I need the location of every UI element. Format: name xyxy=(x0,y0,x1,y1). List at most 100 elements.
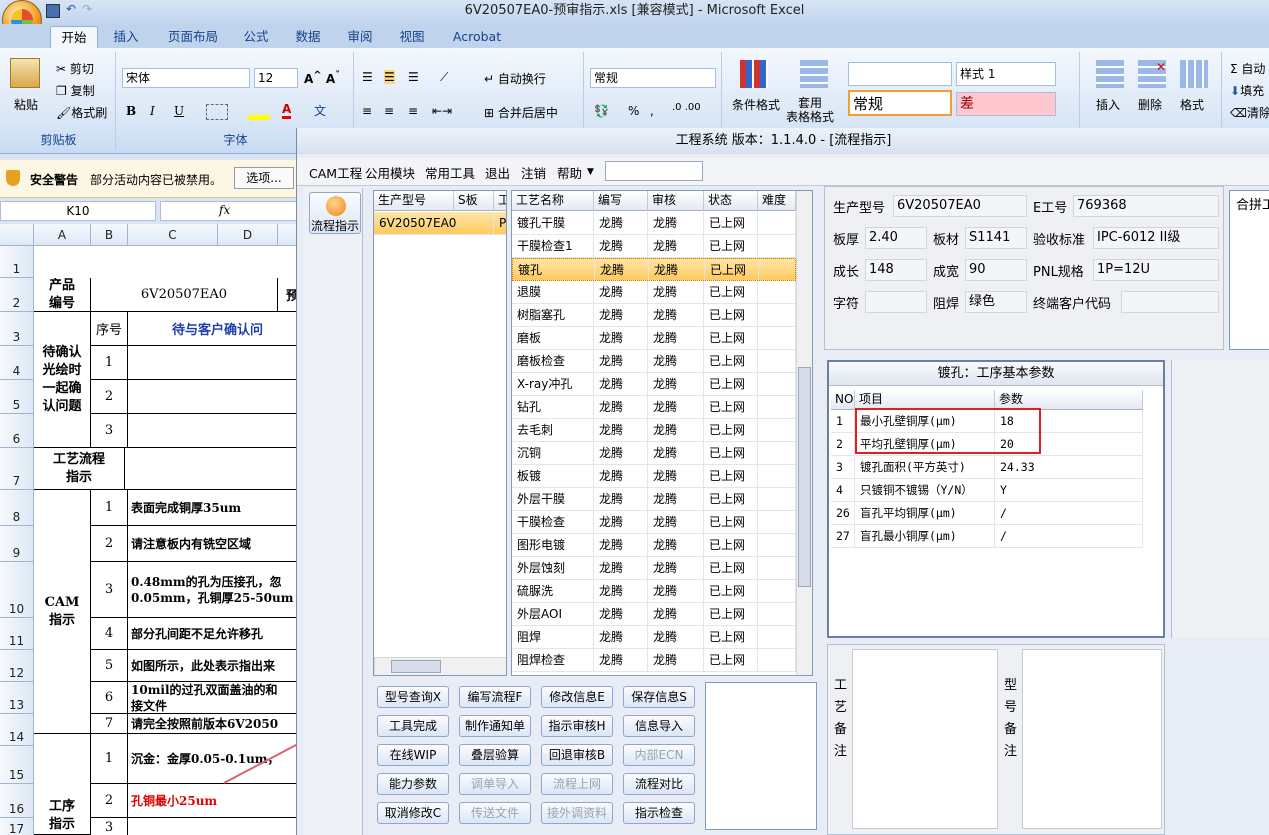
process-row[interactable]: 钻孔 龙腾 龙腾 已上网 xyxy=(512,396,796,419)
process-row[interactable]: 图形电镀 龙腾 龙腾 已上网 xyxy=(512,534,796,557)
process-row[interactable]: 去毛刺 龙腾 龙腾 已上网 xyxy=(512,419,796,442)
process-row[interactable]: 外层干膜 龙腾 龙腾 已上网 xyxy=(512,488,796,511)
process-row[interactable]: 镀孔 龙腾 龙腾 已上网 xyxy=(512,258,797,282)
process-row[interactable]: 外层AOI 龙腾 龙腾 已上网 xyxy=(512,603,796,626)
menu-logout[interactable]: 注销 xyxy=(521,163,546,182)
action-button[interactable]: 取消修改C xyxy=(377,802,449,824)
process-cell: 已上网 xyxy=(704,534,758,557)
param-row[interactable]: 3 镀孔面积(平方英寸) 24.33 xyxy=(831,456,1143,479)
flow-instruction-button[interactable]: 流程指示 xyxy=(309,192,361,234)
thickness-label: 板厚 xyxy=(833,233,860,248)
notes-textbox[interactable] xyxy=(705,682,817,830)
action-button[interactable]: 指示检查 xyxy=(623,802,695,824)
params-no-header[interactable]: NO xyxy=(831,390,855,410)
process-cell: 磨板 xyxy=(512,327,594,350)
process-row[interactable]: 树脂塞孔 龙腾 龙腾 已上网 xyxy=(512,304,796,327)
action-button[interactable]: 制作通知单 xyxy=(459,715,531,737)
process-cell: 龙腾 xyxy=(594,511,648,534)
process-row[interactable]: 外层蚀刻 龙腾 龙腾 已上网 xyxy=(512,557,796,580)
action-button[interactable]: 保存信息S xyxy=(623,686,695,708)
process-cell: 已上网 xyxy=(704,327,758,350)
app-sidebar: 流程指示 xyxy=(303,188,363,835)
action-button[interactable]: 型号查询X xyxy=(377,686,449,708)
action-button[interactable]: 叠层验算 xyxy=(459,744,531,766)
action-button[interactable]: 流程上网 xyxy=(541,773,613,795)
process-cell xyxy=(758,235,796,258)
menu-common-tools[interactable]: 常用工具 xyxy=(425,163,475,182)
process-row[interactable]: 磨板 龙腾 龙腾 已上网 xyxy=(512,327,796,350)
action-button[interactable]: 回退审核B xyxy=(541,744,613,766)
action-button[interactable]: 工具完成 xyxy=(377,715,449,737)
process-row[interactable]: 干膜检查 龙腾 龙腾 已上网 xyxy=(512,511,796,534)
process-row[interactable]: 沉铜 龙腾 龙腾 已上网 xyxy=(512,442,796,465)
process-row[interactable]: 磨板检查 龙腾 龙腾 已上网 xyxy=(512,350,796,373)
process-cell xyxy=(758,281,796,304)
action-button[interactable]: 内部ECN xyxy=(623,744,695,766)
process-row[interactable]: 硫脲洗 龙腾 龙腾 已上网 xyxy=(512,580,796,603)
param-cell: / xyxy=(995,525,1143,548)
process-row[interactable]: 阻焊 龙腾 龙腾 已上网 xyxy=(512,626,796,649)
process-cell xyxy=(758,580,796,603)
reviewer-col-header[interactable]: 审核 xyxy=(648,191,704,211)
process-cell: 龙腾 xyxy=(648,373,704,396)
e-number-label: E工号 xyxy=(1033,201,1068,216)
menu-common-module[interactable]: 公用模块 xyxy=(365,163,415,182)
status-col-header[interactable]: 状态 xyxy=(704,191,758,211)
process-cell xyxy=(758,626,796,649)
extra-col-header[interactable]: 工 xyxy=(494,191,506,211)
process-cell xyxy=(758,304,796,327)
param-row[interactable]: 26 盲孔平均铜厚(μm) / xyxy=(831,502,1143,525)
process-cell: 已上网 xyxy=(704,212,758,235)
menu-exit[interactable]: 退出 xyxy=(485,163,510,182)
process-row[interactable]: 板镀 龙腾 龙腾 已上网 xyxy=(512,465,796,488)
action-button[interactable]: 接外调资料 xyxy=(541,802,613,824)
hscroll-thumb[interactable] xyxy=(391,660,441,673)
vscroll-thumb[interactable] xyxy=(798,367,811,587)
param-cell: Y xyxy=(995,479,1143,502)
model-row[interactable]: 6V20507EA0 P4 xyxy=(374,212,506,235)
process-row[interactable]: 干膜检查1 龙腾 龙腾 已上网 xyxy=(512,235,796,258)
process-remark-textbox[interactable] xyxy=(852,649,998,829)
process-cell: 龙腾 xyxy=(594,304,648,327)
process-cell: 外层AOI xyxy=(512,603,594,626)
model-grid-hscroll[interactable] xyxy=(374,657,506,675)
action-button[interactable]: 指示审核H xyxy=(541,715,613,737)
model-cell: 6V20507EA0 xyxy=(374,212,494,235)
process-cell: 龙腾 xyxy=(594,281,648,304)
process-name-col-header[interactable]: 工艺名称 xyxy=(512,191,594,211)
process-grid-vscroll[interactable] xyxy=(796,191,812,675)
model-remark-textbox[interactable] xyxy=(1022,649,1162,829)
action-button[interactable]: 在线WIP xyxy=(377,744,449,766)
process-cell xyxy=(758,350,796,373)
process-row[interactable]: X-ray冲孔 龙腾 龙腾 已上网 xyxy=(512,373,796,396)
writer-col-header[interactable]: 编写 xyxy=(594,191,648,211)
action-button[interactable]: 信息导入 xyxy=(623,715,695,737)
process-cell: 外层干膜 xyxy=(512,488,594,511)
menu-combo-box[interactable] xyxy=(605,161,703,181)
process-row[interactable]: 镀孔干膜 龙腾 龙腾 已上网 xyxy=(512,212,796,235)
param-row[interactable]: 4 只镀铜不镀锡（Y/N） Y xyxy=(831,479,1143,502)
menu-help[interactable]: 帮助 xyxy=(557,163,582,182)
process-cell: 龙腾 xyxy=(594,235,648,258)
action-button[interactable]: 传送文件 xyxy=(459,802,531,824)
action-button[interactable]: 编写流程F xyxy=(459,686,531,708)
action-button[interactable]: 调单导入 xyxy=(459,773,531,795)
menu-cam[interactable]: CAM工程 xyxy=(309,163,362,182)
model-col-header[interactable]: 生产型号 xyxy=(374,191,454,211)
difficulty-col-header[interactable]: 难度 xyxy=(758,191,796,211)
process-cell: 龙腾 xyxy=(648,396,704,419)
process-cell: 沉铜 xyxy=(512,442,594,465)
process-row[interactable]: 阻焊检查 龙腾 龙腾 已上网 xyxy=(512,649,796,672)
params-item-header[interactable]: 项目 xyxy=(855,390,995,410)
action-button[interactable]: 修改信息E xyxy=(541,686,613,708)
process-cell: 龙腾 xyxy=(594,212,648,235)
params-value-header[interactable]: 参数 xyxy=(995,390,1143,410)
action-button[interactable]: 流程对比 xyxy=(623,773,695,795)
s-board-col-header[interactable]: S板 xyxy=(454,191,494,211)
silkscreen-label: 字符 xyxy=(833,297,860,312)
process-row[interactable]: 退膜 龙腾 龙腾 已上网 xyxy=(512,281,796,304)
panel-combine-list[interactable]: 合拼工 xyxy=(1229,190,1269,350)
flow-instruction-label: 流程指示 xyxy=(310,219,359,233)
action-button[interactable]: 能力参数 xyxy=(377,773,449,795)
param-row[interactable]: 27 盲孔最小铜厚(μm) / xyxy=(831,525,1143,548)
